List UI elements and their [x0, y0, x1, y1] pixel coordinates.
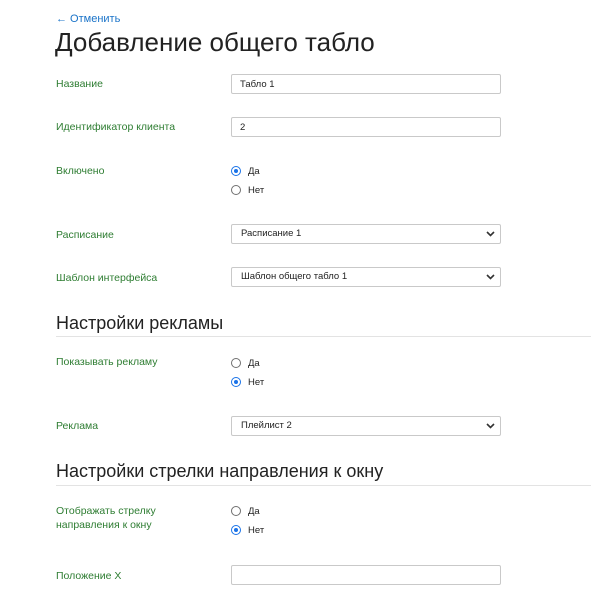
- chevron-down-icon: [486, 274, 495, 280]
- client-id-input[interactable]: [231, 117, 501, 137]
- radio-checked-icon: [231, 166, 241, 176]
- radio-checked-icon: [231, 525, 241, 535]
- interface-template-label: Шаблон интерфейса: [56, 272, 158, 284]
- show-arrow-yes-label: Да: [248, 506, 260, 517]
- ad-select-value: Плейлист 2: [241, 420, 292, 431]
- chevron-down-icon: [486, 423, 495, 429]
- arrow-section-title: Настройки стрелки направления к окну: [56, 461, 384, 481]
- show-arrow-no-label: Нет: [248, 525, 265, 536]
- show-ads-no-label: Нет: [248, 377, 265, 388]
- client-id-label: Идентификатор клиента: [56, 121, 176, 133]
- show-ads-yes-radio[interactable]: [231, 357, 245, 369]
- ads-section-divider: [56, 336, 591, 337]
- show-arrow-no-radio[interactable]: [231, 524, 245, 536]
- enabled-label: Включено: [56, 165, 105, 177]
- schedule-label: Расписание: [56, 229, 114, 241]
- position-x-label: Положение X: [56, 570, 122, 582]
- enabled-yes-radio[interactable]: [231, 165, 245, 177]
- ads-section-title: Настройки рекламы: [56, 313, 224, 333]
- show-arrow-label-line1: Отображать стрелку: [56, 505, 156, 517]
- ad-label: Реклама: [56, 420, 99, 432]
- page-title: Добавление общего табло: [55, 27, 375, 57]
- ad-select[interactable]: Плейлист 2: [231, 416, 501, 436]
- enabled-no-radio[interactable]: [231, 184, 245, 196]
- show-arrow-label-line2: направления к окну: [56, 519, 152, 531]
- radio-checked-icon: [231, 377, 241, 387]
- arrow-section-divider: [56, 485, 591, 486]
- position-x-input[interactable]: [231, 565, 501, 585]
- interface-template-select-value: Шаблон общего табло 1: [241, 271, 348, 282]
- radio-unchecked-icon: [231, 506, 241, 516]
- name-label: Название: [56, 78, 103, 90]
- schedule-select[interactable]: Расписание 1: [231, 224, 501, 244]
- show-ads-no-radio[interactable]: [231, 376, 245, 388]
- interface-template-select[interactable]: Шаблон общего табло 1: [231, 267, 501, 287]
- show-arrow-yes-radio[interactable]: [231, 505, 245, 517]
- cancel-link[interactable]: ← Отменить: [56, 13, 120, 25]
- schedule-select-value: Расписание 1: [241, 228, 302, 239]
- show-ads-label: Показывать рекламу: [56, 356, 158, 368]
- enabled-no-label: Нет: [248, 185, 265, 196]
- show-ads-yes-label: Да: [248, 358, 260, 369]
- radio-unchecked-icon: [231, 358, 241, 368]
- enabled-yes-label: Да: [248, 166, 260, 177]
- radio-unchecked-icon: [231, 185, 241, 195]
- chevron-down-icon: [486, 231, 495, 237]
- name-input[interactable]: [231, 74, 501, 94]
